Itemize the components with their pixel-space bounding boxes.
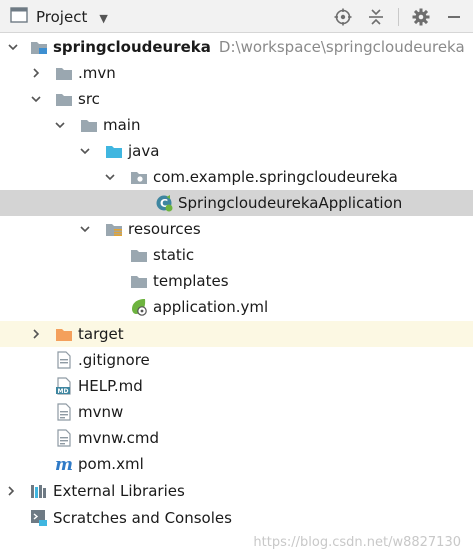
tree-item-app-class[interactable]: C SpringcloudeurekaApplication xyxy=(0,190,473,216)
tree-item-mvnw-cmd[interactable]: mvnw.cmd xyxy=(0,425,473,451)
project-toolbar: Project ▼ xyxy=(0,0,473,33)
project-view-title: Project xyxy=(36,8,88,26)
folder-icon xyxy=(130,272,148,290)
tree-item-label: static xyxy=(153,246,195,264)
chevron-down-icon[interactable] xyxy=(6,40,20,54)
tree-item-package[interactable]: com.example.springcloudeureka xyxy=(0,164,473,190)
chevron-down-icon[interactable] xyxy=(78,144,92,158)
tree-item-label: com.example.springcloudeureka xyxy=(153,168,398,186)
source-folder-icon xyxy=(105,142,123,160)
package-icon xyxy=(130,168,148,186)
tree-item-label: HELP.md xyxy=(78,377,143,395)
tree-item-label: java xyxy=(128,142,160,160)
locate-icon[interactable] xyxy=(332,6,354,28)
scratches-icon xyxy=(30,509,48,527)
resources-folder-icon xyxy=(105,220,123,238)
file-icon xyxy=(55,429,73,447)
toolbar-separator xyxy=(398,8,399,26)
tree-item-help-md[interactable]: MD HELP.md xyxy=(0,373,473,399)
tree-item-gitignore[interactable]: .gitignore xyxy=(0,347,473,373)
tree-item-label: mvnw.cmd xyxy=(78,429,160,447)
chevron-down-icon[interactable] xyxy=(78,222,92,236)
svg-text:m: m xyxy=(55,455,73,473)
tree-item-label: mvnw xyxy=(78,403,124,421)
tree-item-mvnw[interactable]: mvnw xyxy=(0,399,473,425)
tree-item-label: pom.xml xyxy=(78,455,144,473)
tree-item-label: target xyxy=(78,325,124,343)
tree-item-application-yml[interactable]: application.yml xyxy=(0,294,473,320)
spring-boot-class-icon: C xyxy=(155,194,173,212)
chevron-down-icon[interactable] xyxy=(29,92,43,106)
tree-item-pom-xml[interactable]: m pom.xml xyxy=(0,451,473,477)
spring-config-icon xyxy=(130,298,148,316)
chevron-right-icon[interactable] xyxy=(29,327,43,341)
tree-item-label: .mvn xyxy=(78,64,116,82)
hide-icon[interactable] xyxy=(443,6,465,28)
ignore-file-icon xyxy=(55,351,73,369)
tree-item-java[interactable]: java xyxy=(0,138,473,164)
tree-item-external-libraries[interactable]: External Libraries xyxy=(0,478,473,504)
tree-item-target[interactable]: target xyxy=(0,321,473,347)
tree-item-label: springcloudeureka D:\workspace\springclou… xyxy=(53,38,465,56)
tree-item-scratches[interactable]: Scratches and Consoles xyxy=(0,505,473,531)
tree-item-label: Scratches and Consoles xyxy=(53,509,232,527)
tree-item-label: templates xyxy=(153,272,229,290)
chevron-down-icon[interactable] xyxy=(103,170,117,184)
markdown-file-icon: MD xyxy=(55,377,73,395)
tree-item-label: SpringcloudeurekaApplication xyxy=(178,194,403,212)
chevron-down-icon[interactable] xyxy=(53,118,67,132)
collapse-icon[interactable] xyxy=(365,6,387,28)
file-icon xyxy=(55,403,73,421)
chevron-right-icon[interactable] xyxy=(4,484,18,498)
project-view-icon xyxy=(10,7,28,27)
module-folder-icon xyxy=(30,38,48,56)
project-path: D:\workspace\springcloudeureka xyxy=(218,38,465,56)
tree-item-label: src xyxy=(78,90,100,108)
tree-item-static[interactable]: static xyxy=(0,242,473,268)
tree-item-label: .gitignore xyxy=(78,351,150,369)
maven-icon: m xyxy=(55,455,73,473)
chevron-down-icon: ▼ xyxy=(99,11,108,25)
svg-text:MD: MD xyxy=(58,388,69,395)
folder-icon xyxy=(80,116,98,134)
tree-item-label: resources xyxy=(128,220,201,238)
tree-item-label: main xyxy=(103,116,141,134)
libraries-icon xyxy=(30,482,48,500)
project-view-selector[interactable]: Project ▼ xyxy=(10,6,108,28)
tree-item-label: application.yml xyxy=(153,298,269,316)
tree-item-root[interactable]: springcloudeureka D:\workspace\springclou… xyxy=(0,34,473,60)
settings-icon[interactable] xyxy=(410,6,432,28)
excluded-folder-icon xyxy=(55,325,73,343)
tree-item-resources[interactable]: resources xyxy=(0,216,473,242)
tree-item-src[interactable]: src xyxy=(0,86,473,112)
folder-icon xyxy=(55,64,73,82)
folder-icon xyxy=(130,246,148,264)
tree-item-mvn[interactable]: .mvn xyxy=(0,60,473,86)
watermark: https://blog.csdn.net/w8827130 xyxy=(253,535,461,550)
chevron-right-icon[interactable] xyxy=(29,66,43,80)
folder-icon xyxy=(55,90,73,108)
tree-item-templates[interactable]: templates xyxy=(0,268,473,294)
tree-item-main[interactable]: main xyxy=(0,112,473,138)
tree-item-label: External Libraries xyxy=(53,482,185,500)
